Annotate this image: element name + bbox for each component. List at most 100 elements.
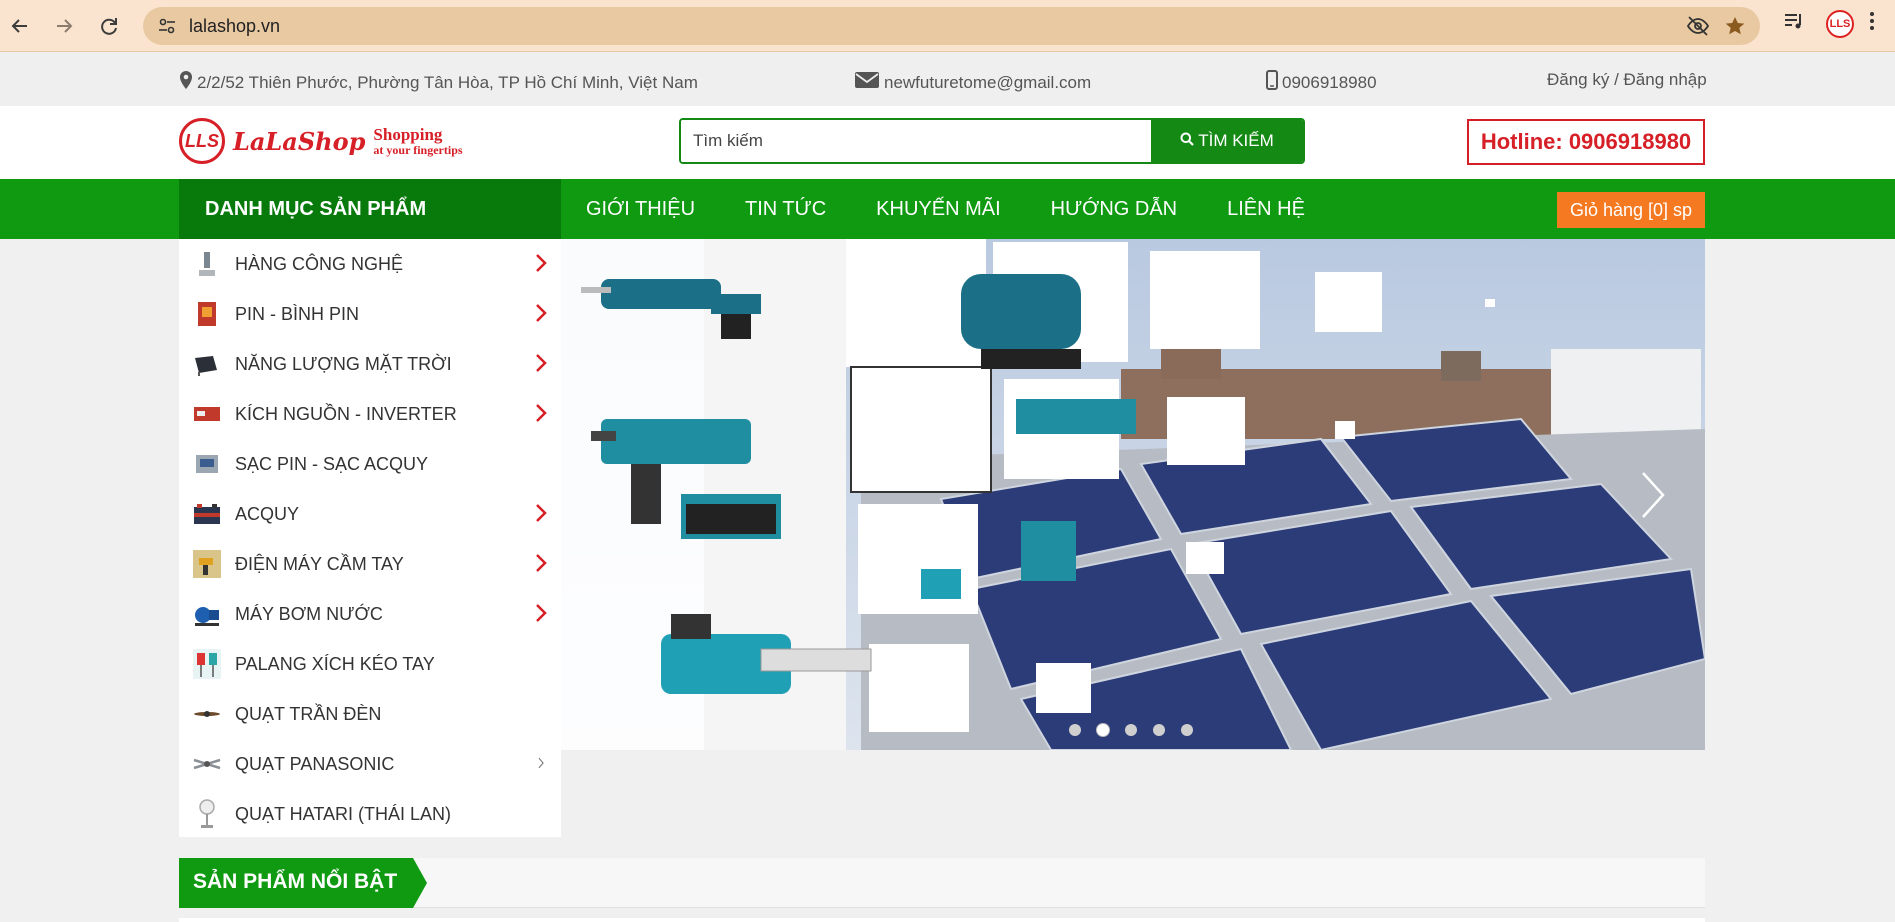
sidebar-item-hang-cong-nghe[interactable]: HÀNG CÔNG NGHỆ: [179, 239, 561, 289]
tech-product-icon: [193, 249, 221, 279]
browser-toolbar: lalashop.vn LLS: [0, 0, 1895, 52]
site-logo[interactable]: LLS LaLaShop Shopping at your fingertips: [179, 118, 463, 164]
chevron-right-icon[interactable]: [1640, 470, 1666, 525]
sidebar-item-quat-panasonic[interactable]: QUẠT PANASONIC: [179, 739, 561, 789]
water-pump-icon: [193, 599, 221, 629]
sidebar-item-quat-tran-den[interactable]: QUẠT TRẦN ĐÈN: [179, 689, 561, 739]
phone-info: 0906918980: [1266, 70, 1377, 95]
slide-dot-1[interactable]: [1069, 724, 1081, 736]
avatar[interactable]: LLS: [1826, 10, 1854, 38]
chevron-right-icon: [536, 404, 547, 422]
chevron-right-icon: [538, 757, 544, 769]
solar-panel-icon: [193, 349, 221, 379]
search-input[interactable]: [681, 120, 1151, 162]
hotline-box[interactable]: Hotline: 0906918980: [1467, 119, 1705, 165]
search-icon: [1180, 131, 1194, 151]
sidebar-item-nang-luong-mat-troi[interactable]: NĂNG LƯỢNG MẶT TRỜI: [179, 339, 561, 389]
slide-dot-4[interactable]: [1153, 724, 1165, 736]
envelope-icon: [854, 70, 880, 95]
email-info: newfuturetome@gmail.com: [854, 70, 1091, 95]
sidebar-item-dien-may-cam-tay[interactable]: ĐIỆN MÁY CẦM TAY: [179, 539, 561, 589]
sidebar-item-label: QUẠT HATARI (THÁI LAN): [235, 803, 452, 824]
car-battery-icon: [193, 499, 221, 529]
forward-icon[interactable]: [50, 12, 78, 40]
phone-text[interactable]: 0906918980: [1282, 73, 1377, 93]
search-button[interactable]: TÌM KIẾM: [1151, 120, 1303, 162]
chevron-right-icon: [536, 504, 547, 522]
slide-dot-2[interactable]: [1097, 724, 1109, 736]
sidebar-item-label: HÀNG CÔNG NGHỆ: [235, 253, 404, 274]
menu-icon[interactable]: [1868, 10, 1876, 32]
search-button-label: TÌM KIẾM: [1198, 131, 1274, 150]
auth-links[interactable]: Đăng ký / Đăng nhập: [1547, 70, 1707, 90]
slide-indicators: [1069, 724, 1193, 736]
power-drill-icon: [193, 549, 221, 579]
chevron-right-icon: [536, 254, 547, 272]
category-menu-title[interactable]: DANH MỤC SẢN PHẨM: [179, 179, 561, 239]
banner-image: [561, 239, 1705, 750]
menu-huong-dan[interactable]: HƯỚNG DẪN: [1051, 198, 1177, 221]
fan-icon: [193, 749, 221, 779]
sidebar-item-pin-binh-pin[interactable]: PIN - BÌNH PIN: [179, 289, 561, 339]
menu-tin-tuc[interactable]: TIN TỨC: [745, 198, 826, 221]
chain-hoist-icon: [193, 649, 221, 679]
logo-mark: LLS: [179, 118, 225, 164]
charger-icon: [193, 449, 221, 479]
sidebar-item-label: PALANG XÍCH KÉO TAY: [235, 653, 435, 674]
chevron-right-icon: [536, 554, 547, 572]
sidebar-item-label: ĐIỆN MÁY CẦM TAY: [235, 553, 404, 574]
logo-tagline-1: Shopping: [373, 124, 443, 144]
media-icon[interactable]: [1783, 10, 1805, 32]
sidebar-item-label: MÁY BƠM NƯỚC: [235, 603, 383, 624]
auth-text[interactable]: Đăng ký / Đăng nhập: [1547, 70, 1707, 90]
chevron-right-icon: [536, 354, 547, 372]
email-text[interactable]: newfuturetome@gmail.com: [884, 73, 1091, 93]
hero-banner[interactable]: [561, 239, 1705, 750]
sidebar-item-label: ACQUY: [235, 503, 300, 524]
content-area: [179, 918, 1705, 922]
sidebar-item-palang-xich-keo-tay[interactable]: PALANG XÍCH KÉO TAY: [179, 639, 561, 689]
sidebar-item-label: QUẠT PANASONIC: [235, 753, 395, 774]
sidebar-item-label: NĂNG LƯỢNG MẶT TRỜI: [235, 353, 452, 374]
slide-dot-3[interactable]: [1125, 724, 1137, 736]
top-info-bar: 2/2/52 Thiên Phước, Phường Tân Hòa, TP H…: [0, 53, 1895, 106]
chevron-right-icon: [536, 604, 547, 622]
site-info-icon[interactable]: [155, 14, 179, 38]
back-icon[interactable]: [6, 12, 34, 40]
reload-icon[interactable]: [95, 12, 123, 40]
sidebar-item-quat-hatari[interactable]: QUẠT HATARI (THÁI LAN): [179, 789, 561, 839]
menu-khuyen-mai[interactable]: KHUYẾN MÃI: [876, 198, 1000, 221]
chevron-right-icon: [536, 304, 547, 322]
battery-icon: [193, 299, 221, 329]
logo-tagline: Shopping at your fingertips: [373, 124, 463, 157]
address-text: 2/2/52 Thiên Phước, Phường Tân Hòa, TP H…: [197, 72, 698, 92]
url-text[interactable]: lalashop.vn: [189, 16, 280, 37]
sidebar-item-sac-pin-sac-acquy[interactable]: SẠC PIN - SẠC ACQUY: [179, 439, 561, 489]
sidebar-item-kich-nguon-inverter[interactable]: KÍCH NGUỒN - INVERTER: [179, 389, 561, 439]
menu-lien-he[interactable]: LIÊN HỆ: [1227, 198, 1305, 221]
eye-off-icon[interactable]: [1686, 15, 1710, 42]
menu-gioi-thieu[interactable]: GIỚI THIỆU: [586, 198, 695, 221]
featured-title: SẢN PHẨM NỔI BẬT: [193, 870, 398, 893]
cart-button[interactable]: Giỏ hàng [0] sp: [1557, 192, 1705, 228]
star-icon[interactable]: [1724, 15, 1746, 42]
address-info: 2/2/52 Thiên Phước, Phường Tân Hòa, TP H…: [179, 70, 698, 95]
logo-tagline-2: at your fingertips: [373, 142, 463, 157]
sidebar-item-label: QUẠT TRẦN ĐÈN: [235, 703, 382, 724]
main-navbar: DANH MỤC SẢN PHẨM GIỚI THIỆU TIN TỨC KHU…: [0, 179, 1895, 239]
slide-dot-5[interactable]: [1181, 724, 1193, 736]
address-bar[interactable]: lalashop.vn: [143, 7, 1760, 45]
sidebar-item-acquy[interactable]: ACQUY: [179, 489, 561, 539]
sidebar-item-may-bom-nuoc[interactable]: MÁY BƠM NƯỚC: [179, 589, 561, 639]
profile-avatar[interactable]: LLS: [1826, 10, 1854, 38]
featured-products-section: SẢN PHẨM NỔI BẬT: [179, 858, 1705, 908]
hotline-text: Hotline: 0906918980: [1480, 129, 1692, 154]
site-header: LLS LaLaShop Shopping at your fingertips…: [0, 106, 1895, 179]
standing-fan-icon: [193, 799, 221, 829]
category-sidebar: HÀNG CÔNG NGHỆ PIN - BÌNH PIN NĂNG LƯỢNG…: [179, 239, 561, 837]
mobile-icon: [1266, 70, 1278, 95]
cart-label: Giỏ hàng [0] sp: [1569, 199, 1693, 220]
inverter-icon: [193, 399, 221, 429]
sidebar-item-label: SẠC PIN - SẠC ACQUY: [235, 453, 429, 474]
main-menu: GIỚI THIỆU TIN TỨC KHUYẾN MÃI HƯỚNG DẪN …: [586, 179, 1305, 239]
